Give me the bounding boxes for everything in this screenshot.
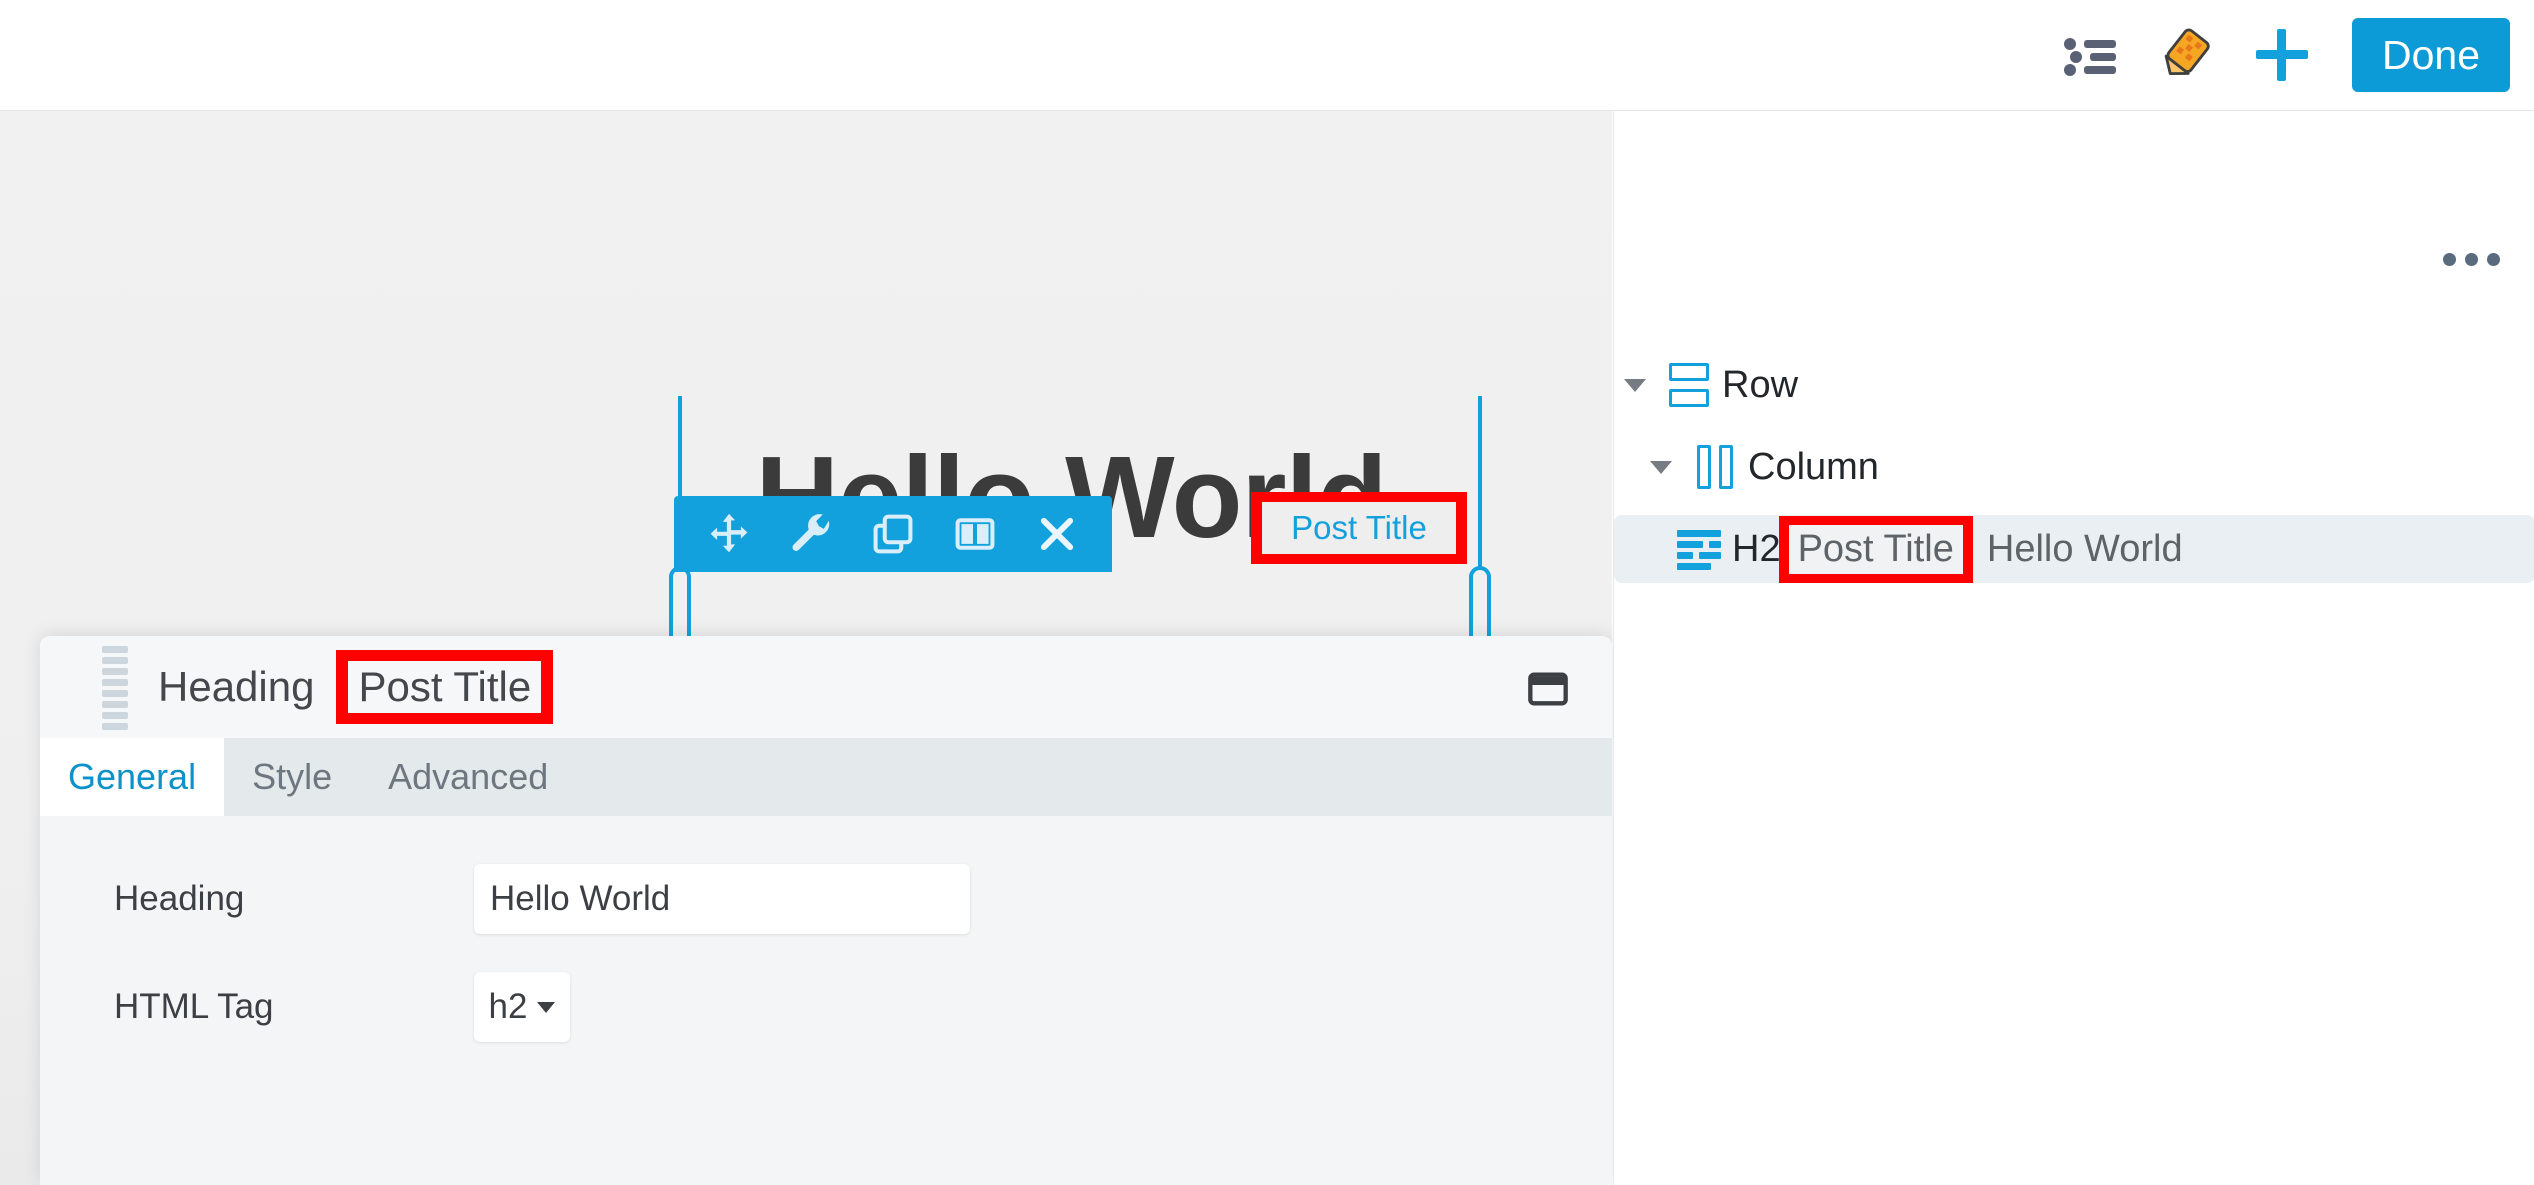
tree-item-row-label: Row — [1722, 364, 1798, 407]
settings-panel-subtitle: Post Title — [348, 661, 541, 713]
columns-icon-button[interactable] — [934, 496, 1016, 572]
chevron-down-icon-row[interactable] — [1614, 379, 1656, 392]
canvas-post-title-badge[interactable]: Post Title — [1262, 502, 1456, 554]
duplicate-icon — [871, 512, 915, 556]
close-icon — [1036, 513, 1078, 555]
settings-panel-subtitle-annotation: Post Title — [336, 650, 553, 724]
dock-window-icon[interactable] — [1528, 672, 1568, 711]
outline-list-icon — [2064, 35, 2116, 75]
tree-item-column-label: Column — [1748, 446, 1879, 489]
tree-item-h2-badge-annotation: Post Title — [1779, 516, 1973, 583]
columns-icon — [953, 512, 997, 556]
chevron-down-icon-column[interactable] — [1640, 461, 1682, 474]
tree-item-h2-label: H2 — [1732, 528, 1781, 571]
heading-field-label: Heading — [114, 879, 474, 919]
top-bar: Done — [0, 0, 2534, 111]
paint-tool-icon — [2156, 25, 2216, 85]
app-root: Done Hello World — [0, 0, 2534, 1185]
move-icon-button[interactable] — [688, 496, 770, 572]
html-tag-field-label: HTML Tag — [114, 987, 474, 1027]
tree-item-h2-badge: Post Title — [1789, 525, 1963, 574]
tree-item-row[interactable]: Row — [1614, 351, 2534, 419]
settings-panel-tabs: General Style Advanced — [40, 738, 1612, 816]
wrench-icon-button[interactable] — [770, 496, 852, 572]
tab-general[interactable]: General — [40, 738, 224, 816]
close-icon-button[interactable] — [1016, 496, 1098, 572]
canvas-post-title-annotation: Post Title — [1251, 492, 1467, 564]
duplicate-icon-button[interactable] — [852, 496, 934, 572]
plus-icon-button[interactable] — [2234, 7, 2330, 103]
heading-icon — [1666, 530, 1732, 568]
tree-item-h2-text: Hello World — [1987, 528, 2183, 571]
html-tag-select-value: h2 — [489, 987, 528, 1027]
row-icon — [1656, 363, 1722, 407]
move-icon — [706, 511, 752, 557]
column-icon — [1682, 445, 1748, 489]
wrench-icon — [788, 511, 834, 557]
tab-style[interactable]: Style — [224, 738, 360, 816]
layers-panel: Row Column — [1613, 111, 2534, 1185]
settings-panel-title: Heading — [158, 663, 314, 711]
heading-input[interactable] — [474, 864, 970, 934]
outline-list-icon-button[interactable] — [2042, 7, 2138, 103]
html-tag-select[interactable]: h2 — [474, 972, 570, 1042]
element-toolbar — [674, 496, 1112, 572]
plus-icon — [2256, 29, 2308, 81]
chevron-down-icon — [537, 1002, 555, 1013]
paint-tool-icon-button[interactable] — [2138, 7, 2234, 103]
form-row-html-tag: HTML Tag h2 — [40, 964, 1612, 1050]
tree-item-h2[interactable]: H2 Post Title Hello World — [1614, 515, 2534, 583]
settings-panel-header: Heading Post Title — [40, 636, 1612, 738]
form-row-heading: Heading — [40, 856, 1612, 942]
settings-panel: Heading Post Title General Style Advance… — [40, 636, 1612, 1185]
top-bar-actions: Done — [2042, 7, 2510, 103]
layers-tree: Row Column — [1614, 351, 2534, 583]
done-button[interactable]: Done — [2352, 18, 2510, 92]
layers-panel-more-button[interactable] — [2443, 253, 2500, 266]
settings-panel-body: Heading HTML Tag h2 — [40, 816, 1612, 1185]
drag-handle-icon[interactable] — [102, 646, 128, 728]
tab-advanced[interactable]: Advanced — [360, 738, 576, 816]
tree-item-column[interactable]: Column — [1614, 433, 2534, 501]
